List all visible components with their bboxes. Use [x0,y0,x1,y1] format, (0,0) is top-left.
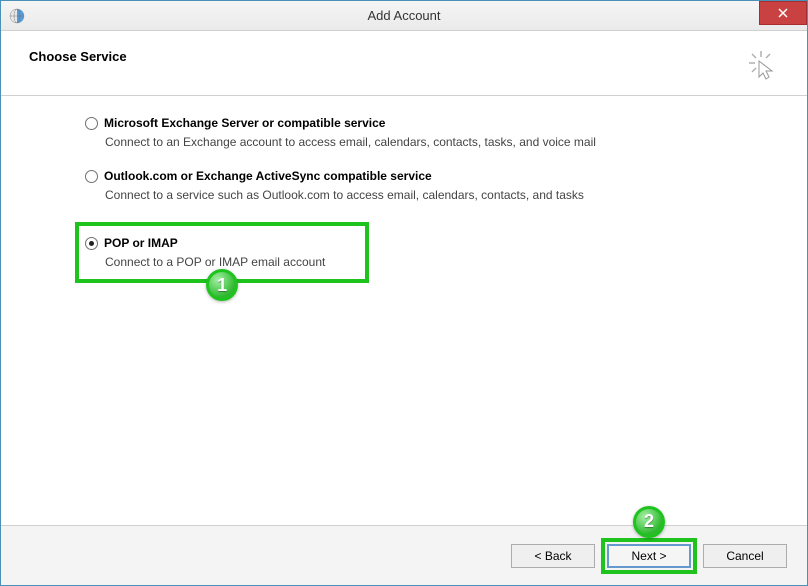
option-outlook: Outlook.com or Exchange ActiveSync compa… [85,169,797,202]
option-label-outlook: Outlook.com or Exchange ActiveSync compa… [104,169,432,183]
step-badge-1: 1 [206,269,238,301]
radio-pop-imap[interactable] [85,237,98,250]
option-desc-exchange: Connect to an Exchange account to access… [105,135,797,149]
close-button[interactable] [759,1,807,25]
radio-row-pop-imap[interactable]: POP or IMAP [85,236,325,250]
content-area: Microsoft Exchange Server or compatible … [1,96,807,525]
option-label-pop-imap: POP or IMAP [104,236,178,250]
option-desc-pop-imap: Connect to a POP or IMAP email account [105,255,325,269]
app-icon [9,8,25,24]
cancel-button[interactable]: Cancel [703,544,787,568]
titlebar: Add Account [1,1,807,31]
wizard-footer: < Back Next > 2 Cancel [1,525,807,585]
radio-row-exchange[interactable]: Microsoft Exchange Server or compatible … [85,116,797,130]
step-badge-2: 2 [633,506,665,538]
highlight-pop-imap: POP or IMAP Connect to a POP or IMAP ema… [75,222,369,283]
radio-outlook[interactable] [85,170,98,183]
add-account-window: Add Account Choose Service [0,0,808,586]
close-icon [778,8,788,18]
cursor-icon [747,49,779,81]
radio-row-outlook[interactable]: Outlook.com or Exchange ActiveSync compa… [85,169,797,183]
window-title: Add Account [368,8,441,23]
next-button[interactable]: Next > [607,544,691,568]
radio-exchange[interactable] [85,117,98,130]
page-title: Choose Service [29,49,127,64]
highlight-next: Next > 2 [601,538,697,574]
back-button[interactable]: < Back [511,544,595,568]
option-desc-outlook: Connect to a service such as Outlook.com… [105,188,797,202]
option-label-exchange: Microsoft Exchange Server or compatible … [104,116,385,130]
option-pop-imap: POP or IMAP Connect to a POP or IMAP ema… [85,236,325,269]
option-exchange: Microsoft Exchange Server or compatible … [85,116,797,149]
wizard-header: Choose Service [1,31,807,96]
